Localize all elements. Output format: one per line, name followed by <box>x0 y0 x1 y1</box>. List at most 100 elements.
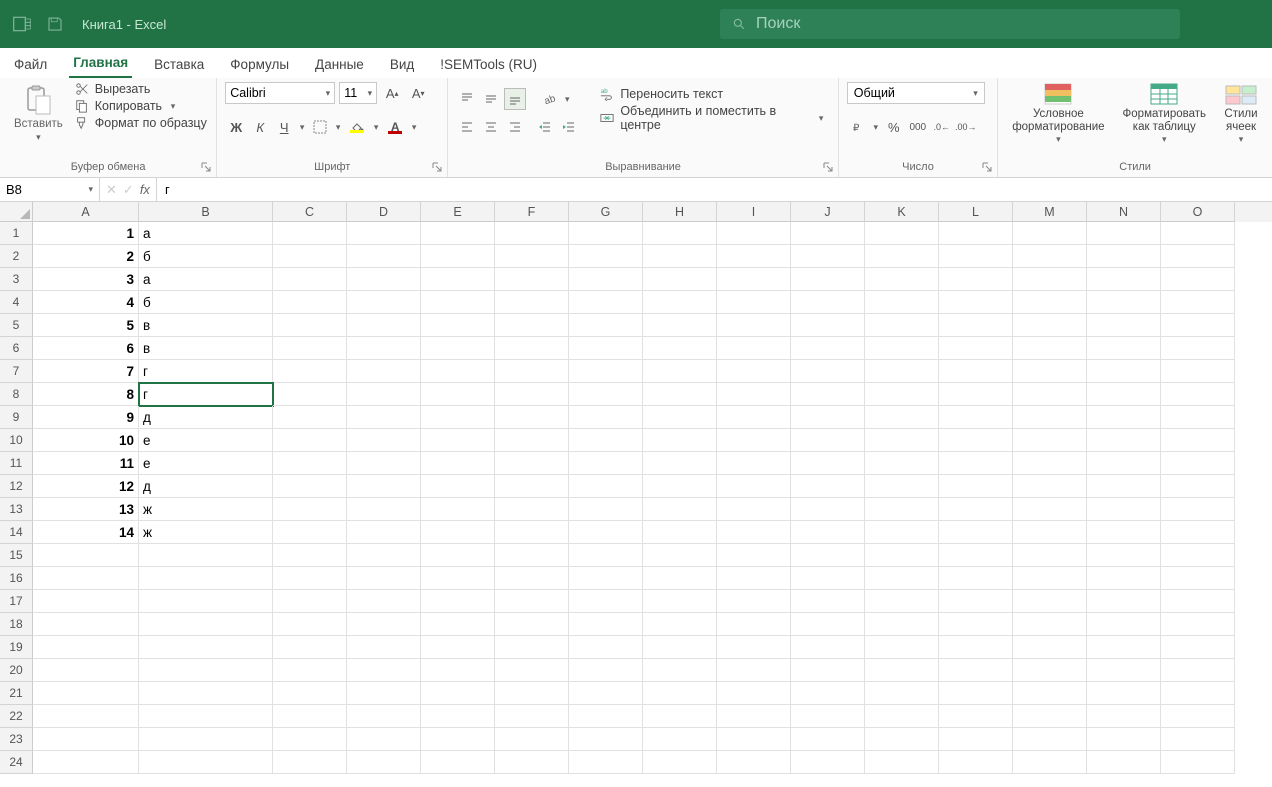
cell[interactable] <box>569 544 643 567</box>
cell[interactable] <box>939 659 1013 682</box>
cell[interactable] <box>1161 337 1235 360</box>
cell[interactable] <box>1161 475 1235 498</box>
cell[interactable] <box>273 636 347 659</box>
borders-button[interactable] <box>309 116 331 138</box>
name-box[interactable]: B8▾ <box>0 178 100 201</box>
cell[interactable] <box>717 567 791 590</box>
cell[interactable] <box>1013 659 1087 682</box>
cell[interactable] <box>643 728 717 751</box>
cell[interactable] <box>347 590 421 613</box>
cell[interactable]: 13 <box>33 498 139 521</box>
cell[interactable] <box>33 590 139 613</box>
cell[interactable]: ж <box>139 521 273 544</box>
cell[interactable] <box>865 682 939 705</box>
cell[interactable] <box>495 567 569 590</box>
cell[interactable] <box>569 498 643 521</box>
cell[interactable] <box>1161 567 1235 590</box>
cell[interactable] <box>939 245 1013 268</box>
cell[interactable] <box>791 636 865 659</box>
cell[interactable] <box>495 613 569 636</box>
cell[interactable] <box>939 337 1013 360</box>
cell[interactable] <box>569 268 643 291</box>
cell[interactable]: 12 <box>33 475 139 498</box>
chevron-down-icon[interactable]: ▾ <box>168 101 178 112</box>
cell[interactable]: б <box>139 291 273 314</box>
cell[interactable]: 14 <box>33 521 139 544</box>
cell[interactable] <box>273 659 347 682</box>
chevron-down-icon[interactable]: ▾ <box>817 113 826 124</box>
cell[interactable] <box>791 360 865 383</box>
row-header[interactable]: 6 <box>0 337 33 360</box>
cell[interactable] <box>865 291 939 314</box>
cell[interactable] <box>139 636 273 659</box>
cell[interactable] <box>33 682 139 705</box>
cell[interactable] <box>717 498 791 521</box>
cell[interactable] <box>717 728 791 751</box>
cell[interactable] <box>1087 682 1161 705</box>
cell[interactable] <box>717 590 791 613</box>
cell[interactable] <box>347 498 421 521</box>
chevron-down-icon[interactable]: ▾ <box>333 122 343 133</box>
cell-styles-button[interactable]: Стили ячеек▾ <box>1218 82 1264 145</box>
cell[interactable] <box>1013 590 1087 613</box>
chevron-down-icon[interactable]: ▾ <box>297 122 307 133</box>
cell[interactable] <box>865 429 939 452</box>
cell[interactable] <box>1161 521 1235 544</box>
row-header[interactable]: 20 <box>0 659 33 682</box>
cell[interactable] <box>1161 636 1235 659</box>
cell[interactable] <box>273 475 347 498</box>
cell[interactable] <box>1161 498 1235 521</box>
cell[interactable] <box>865 452 939 475</box>
cell[interactable] <box>1161 314 1235 337</box>
cell[interactable] <box>347 406 421 429</box>
cell[interactable] <box>347 751 421 774</box>
cell[interactable] <box>643 383 717 406</box>
cell[interactable] <box>139 682 273 705</box>
column-header[interactable]: E <box>421 202 495 222</box>
cell[interactable] <box>1013 429 1087 452</box>
increase-indent-button[interactable] <box>558 116 580 138</box>
column-header[interactable]: C <box>273 202 347 222</box>
cell[interactable] <box>1013 360 1087 383</box>
chevron-down-icon[interactable]: ▾ <box>371 122 381 133</box>
cell[interactable] <box>865 337 939 360</box>
row-header[interactable]: 13 <box>0 498 33 521</box>
cell[interactable] <box>347 452 421 475</box>
cell[interactable] <box>421 268 495 291</box>
row-header[interactable]: 19 <box>0 636 33 659</box>
cell[interactable] <box>569 383 643 406</box>
column-header[interactable]: M <box>1013 202 1087 222</box>
cell[interactable] <box>717 636 791 659</box>
cell[interactable] <box>939 682 1013 705</box>
cell[interactable] <box>569 337 643 360</box>
cell[interactable] <box>1161 360 1235 383</box>
align-middle-button[interactable] <box>480 88 502 110</box>
cell[interactable] <box>791 268 865 291</box>
cell[interactable] <box>273 360 347 383</box>
cell[interactable] <box>347 268 421 291</box>
cell[interactable] <box>569 222 643 245</box>
cell[interactable] <box>643 498 717 521</box>
cell[interactable] <box>865 659 939 682</box>
cell[interactable] <box>1087 659 1161 682</box>
dialog-launcher-icon[interactable] <box>200 161 212 173</box>
chevron-down-icon[interactable]: ▾ <box>871 122 881 133</box>
comma-style-button[interactable]: 000 <box>907 116 929 138</box>
row-header[interactable]: 14 <box>0 521 33 544</box>
cell[interactable] <box>1087 245 1161 268</box>
cell[interactable] <box>1161 728 1235 751</box>
shrink-font-button[interactable]: A▾ <box>407 82 429 104</box>
tab-insert[interactable]: Вставка <box>150 51 208 78</box>
cell[interactable] <box>1013 636 1087 659</box>
font-name-combo[interactable]: Calibri▾ <box>225 82 335 104</box>
cell[interactable] <box>273 452 347 475</box>
cell[interactable] <box>1013 521 1087 544</box>
cell[interactable] <box>643 268 717 291</box>
cell[interactable] <box>421 636 495 659</box>
copy-button[interactable]: Копировать▾ <box>75 99 207 113</box>
cell[interactable] <box>495 636 569 659</box>
row-header[interactable]: 3 <box>0 268 33 291</box>
column-header[interactable]: N <box>1087 202 1161 222</box>
dialog-launcher-icon[interactable] <box>822 161 834 173</box>
decrease-decimal-button[interactable]: .00→ <box>955 116 977 138</box>
